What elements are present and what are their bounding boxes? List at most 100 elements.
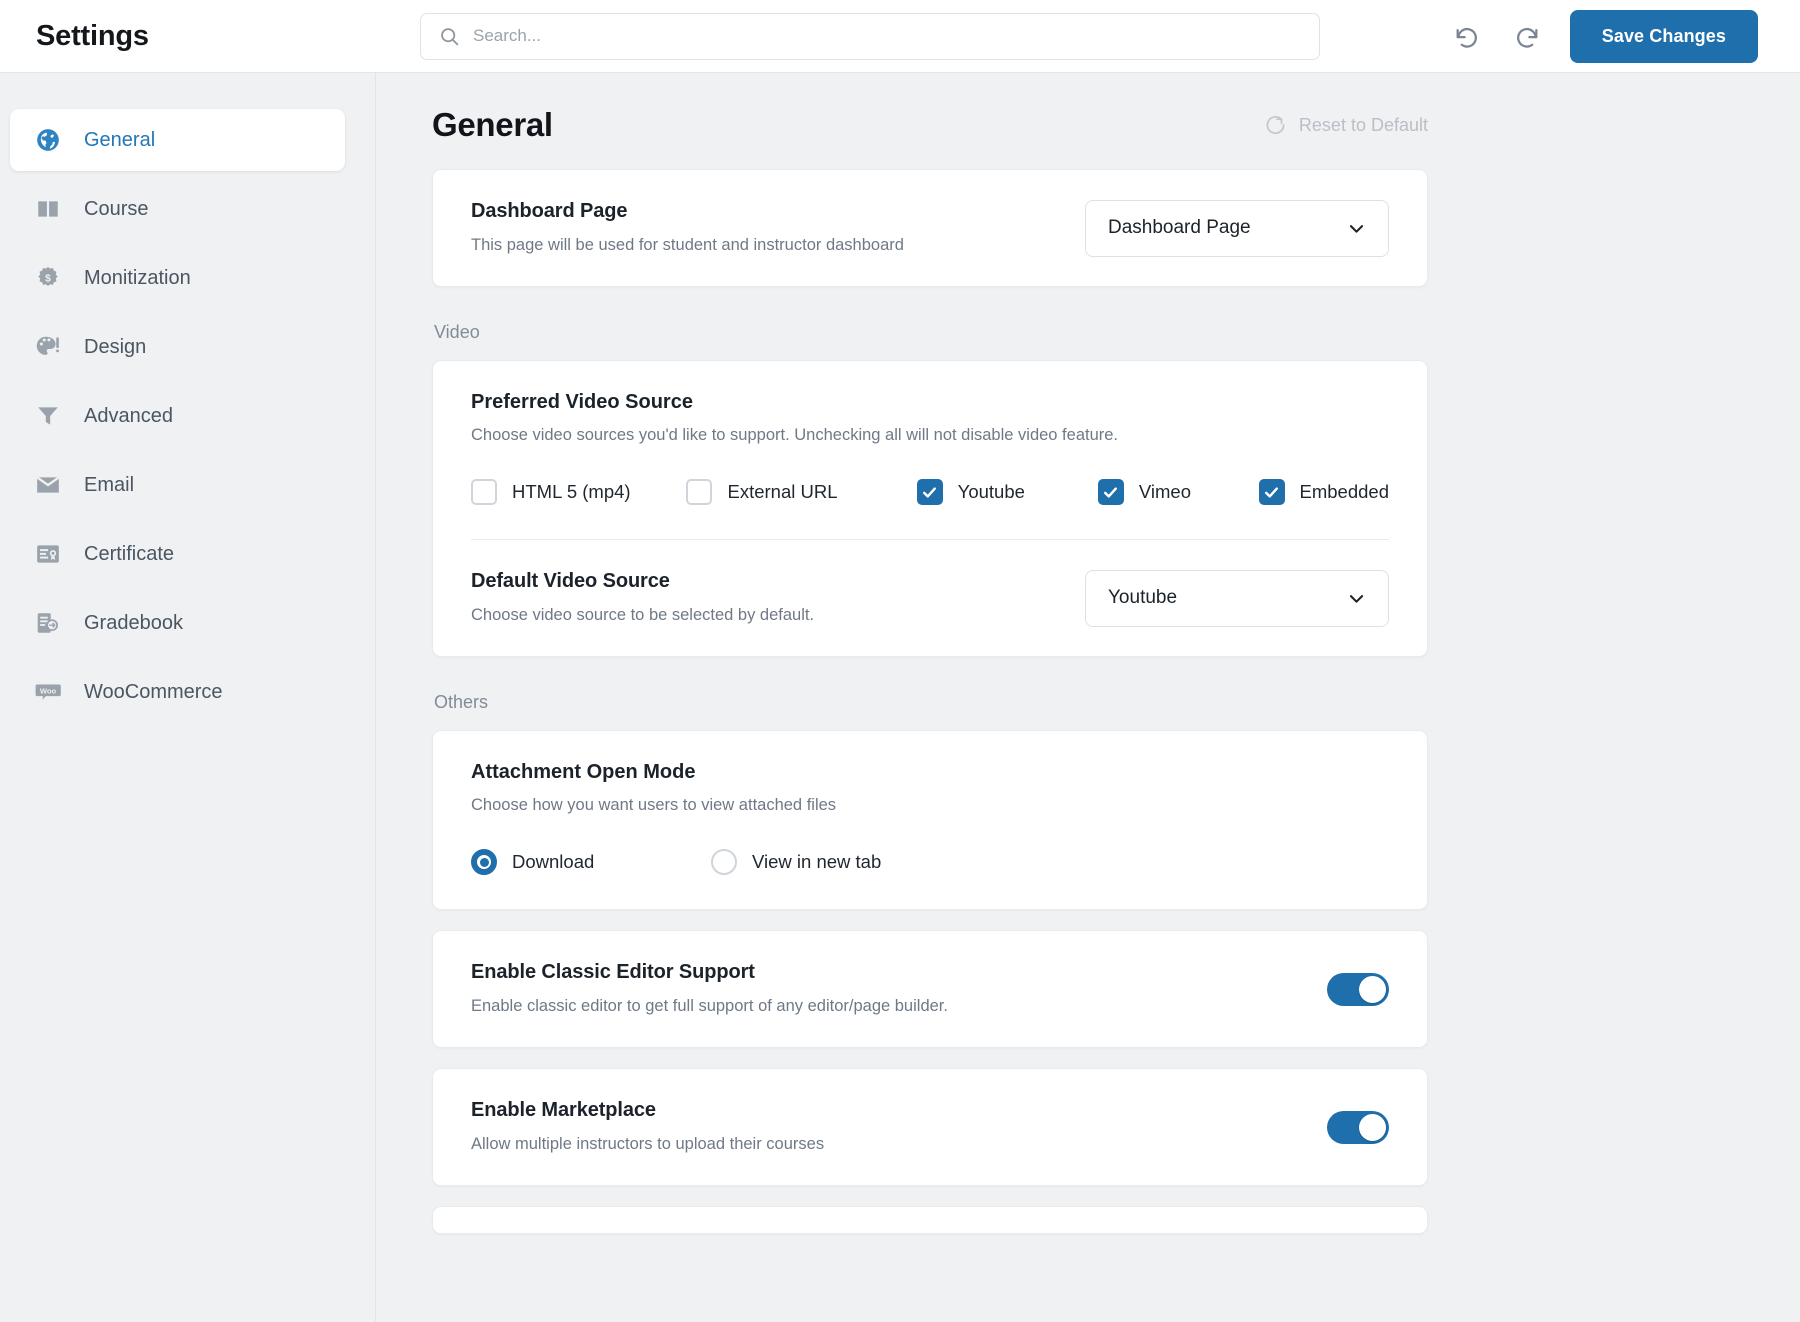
checkbox-box[interactable]	[471, 479, 497, 505]
dashboard-page-desc: This page will be used for student and i…	[471, 235, 904, 254]
settings-content: General Reset to Default Dashboard Page …	[376, 73, 1800, 1322]
default-video-source-select[interactable]: Youtube	[1085, 569, 1389, 627]
marketplace-text: Enable Marketplace Allow multiple instru…	[471, 1099, 1327, 1155]
checkbox-vimeo[interactable]: Vimeo	[1097, 479, 1259, 505]
globe-icon	[34, 126, 62, 154]
default-video-source-row: Default Video Source Choose video source…	[471, 540, 1389, 656]
checkbox-embedded[interactable]: Embedded	[1258, 479, 1389, 505]
attachment-open-mode-options: Download View in new tab	[471, 849, 1389, 875]
check-icon	[923, 486, 937, 498]
sidebar-item-woocommerce[interactable]: Woo WooCommerce	[10, 661, 345, 723]
gradebook-icon	[34, 609, 62, 637]
app-body: General Course $ Monitization Design Adv…	[0, 73, 1800, 1322]
dashboard-page-title: Dashboard Page	[471, 199, 628, 222]
sidebar-item-label: General	[84, 129, 156, 151]
book-icon	[34, 195, 62, 223]
checkbox-label: Youtube	[957, 481, 1025, 502]
marketplace-title: Enable Marketplace	[471, 1098, 656, 1121]
check-icon	[1264, 486, 1279, 498]
marketplace-card: Enable Marketplace Allow multiple instru…	[432, 1068, 1428, 1186]
redo-icon	[1516, 28, 1538, 48]
certificate-icon	[34, 540, 62, 568]
marketplace-desc: Allow multiple instructors to upload the…	[471, 1134, 825, 1153]
sidebar-item-general[interactable]: General	[10, 109, 345, 171]
sidebar-item-label: Email	[84, 474, 135, 496]
video-section-label: Video	[434, 322, 480, 342]
classic-editor-card: Enable Classic Editor Support Enable cla…	[432, 930, 1428, 1048]
chevron-down-icon	[1349, 594, 1364, 603]
content-header: General Reset to Default	[432, 73, 1428, 169]
checkbox-box[interactable]	[1097, 479, 1124, 505]
sidebar-item-label: Advanced	[84, 405, 173, 427]
reset-to-default-button[interactable]: Reset to Default	[1264, 114, 1428, 137]
sidebar-item-label: Course	[84, 198, 149, 220]
undo-button[interactable]	[1450, 19, 1484, 53]
page-title: General	[432, 106, 553, 143]
radio-label: View in new tab	[752, 851, 882, 872]
attachment-open-mode-desc: Choose how you want users to view attach…	[471, 796, 837, 814]
svg-text:$: $	[45, 274, 51, 285]
radio-button[interactable]	[711, 849, 737, 875]
sidebar-item-label: Monitization	[84, 267, 191, 289]
marketplace-row: Enable Marketplace Allow multiple instru…	[471, 1069, 1389, 1185]
checkbox-box[interactable]	[1258, 479, 1285, 505]
refresh-icon	[1266, 115, 1285, 134]
app-title: Settings	[36, 19, 149, 52]
checkbox-label: Vimeo	[1138, 481, 1191, 502]
classic-editor-row: Enable Classic Editor Support Enable cla…	[471, 931, 1389, 1047]
marketplace-toggle[interactable]	[1327, 1110, 1389, 1144]
sidebar-item-certificate[interactable]: Certificate	[10, 523, 345, 585]
dashboard-page-card: Dashboard Page This page will be used fo…	[432, 169, 1428, 287]
dashboard-page-select[interactable]: Dashboard Page	[1085, 199, 1389, 257]
toggle-knob	[1359, 1113, 1386, 1141]
checkbox-box[interactable]	[686, 479, 713, 505]
save-changes-button[interactable]: Save Changes	[1569, 9, 1758, 63]
woo-icon: Woo	[34, 678, 62, 706]
default-video-source-select-value: Youtube	[1108, 587, 1178, 608]
undo-icon	[1456, 28, 1477, 48]
checkbox-youtube[interactable]: Youtube	[916, 479, 1098, 505]
checkbox-label: External URL	[727, 481, 838, 502]
dashboard-page-text: Dashboard Page This page will be used fo…	[471, 200, 1085, 256]
sidebar-item-email[interactable]: Email	[10, 454, 345, 516]
svg-text:Woo: Woo	[40, 687, 57, 696]
sidebar-item-design[interactable]: Design	[10, 316, 345, 378]
checkbox-label: HTML 5 (mp4)	[512, 481, 631, 502]
sidebar-item-label: Gradebook	[84, 612, 183, 634]
toggle-knob	[1359, 975, 1386, 1003]
next-card-peek	[432, 1206, 1428, 1234]
palette-icon	[34, 333, 62, 361]
search-box[interactable]	[420, 12, 1320, 60]
reset-label: Reset to Default	[1298, 114, 1428, 135]
classic-editor-desc: Enable classic editor to get full suppor…	[471, 996, 948, 1015]
checkbox-html5[interactable]: HTML 5 (mp4)	[471, 479, 686, 505]
attachment-open-mode-block: Attachment Open Mode Choose how you want…	[471, 731, 1389, 909]
checkbox-label: Embedded	[1299, 481, 1389, 502]
sidebar-item-gradebook[interactable]: Gradebook	[10, 592, 345, 654]
video-card: Preferred Video Source Choose video sour…	[432, 360, 1428, 657]
classic-editor-toggle[interactable]	[1327, 972, 1389, 1006]
default-video-source-title: Default Video Source	[471, 569, 670, 592]
redo-button[interactable]	[1510, 19, 1544, 53]
default-video-source-text: Default Video Source Choose video source…	[471, 570, 1085, 626]
sidebar-item-label: Certificate	[84, 543, 175, 565]
radio-button[interactable]	[471, 849, 497, 875]
sidebar-item-monitization[interactable]: $ Monitization	[10, 247, 345, 309]
sidebar-item-advanced[interactable]: Advanced	[10, 385, 345, 447]
dollar-badge-icon: $	[34, 264, 62, 292]
radio-download[interactable]: Download	[471, 849, 711, 875]
checkbox-external-url[interactable]: External URL	[686, 479, 916, 505]
checkbox-box[interactable]	[916, 479, 943, 505]
dashboard-page-row: Dashboard Page This page will be used fo…	[471, 170, 1389, 286]
search-input[interactable]	[473, 26, 1301, 46]
check-icon	[1104, 486, 1118, 498]
sidebar: General Course $ Monitization Design Adv…	[0, 73, 376, 1322]
attachment-open-mode-card: Attachment Open Mode Choose how you want…	[432, 730, 1428, 910]
settings-app: Settings Save Changes	[0, 0, 1800, 1322]
radio-view-in-new-tab[interactable]: View in new tab	[711, 849, 881, 875]
dashboard-page-select-value: Dashboard Page	[1108, 217, 1251, 238]
sidebar-item-label: WooCommerce	[84, 681, 223, 703]
sidebar-item-course[interactable]: Course	[10, 178, 345, 240]
funnel-icon	[34, 402, 62, 430]
top-bar: Settings Save Changes	[0, 0, 1800, 73]
